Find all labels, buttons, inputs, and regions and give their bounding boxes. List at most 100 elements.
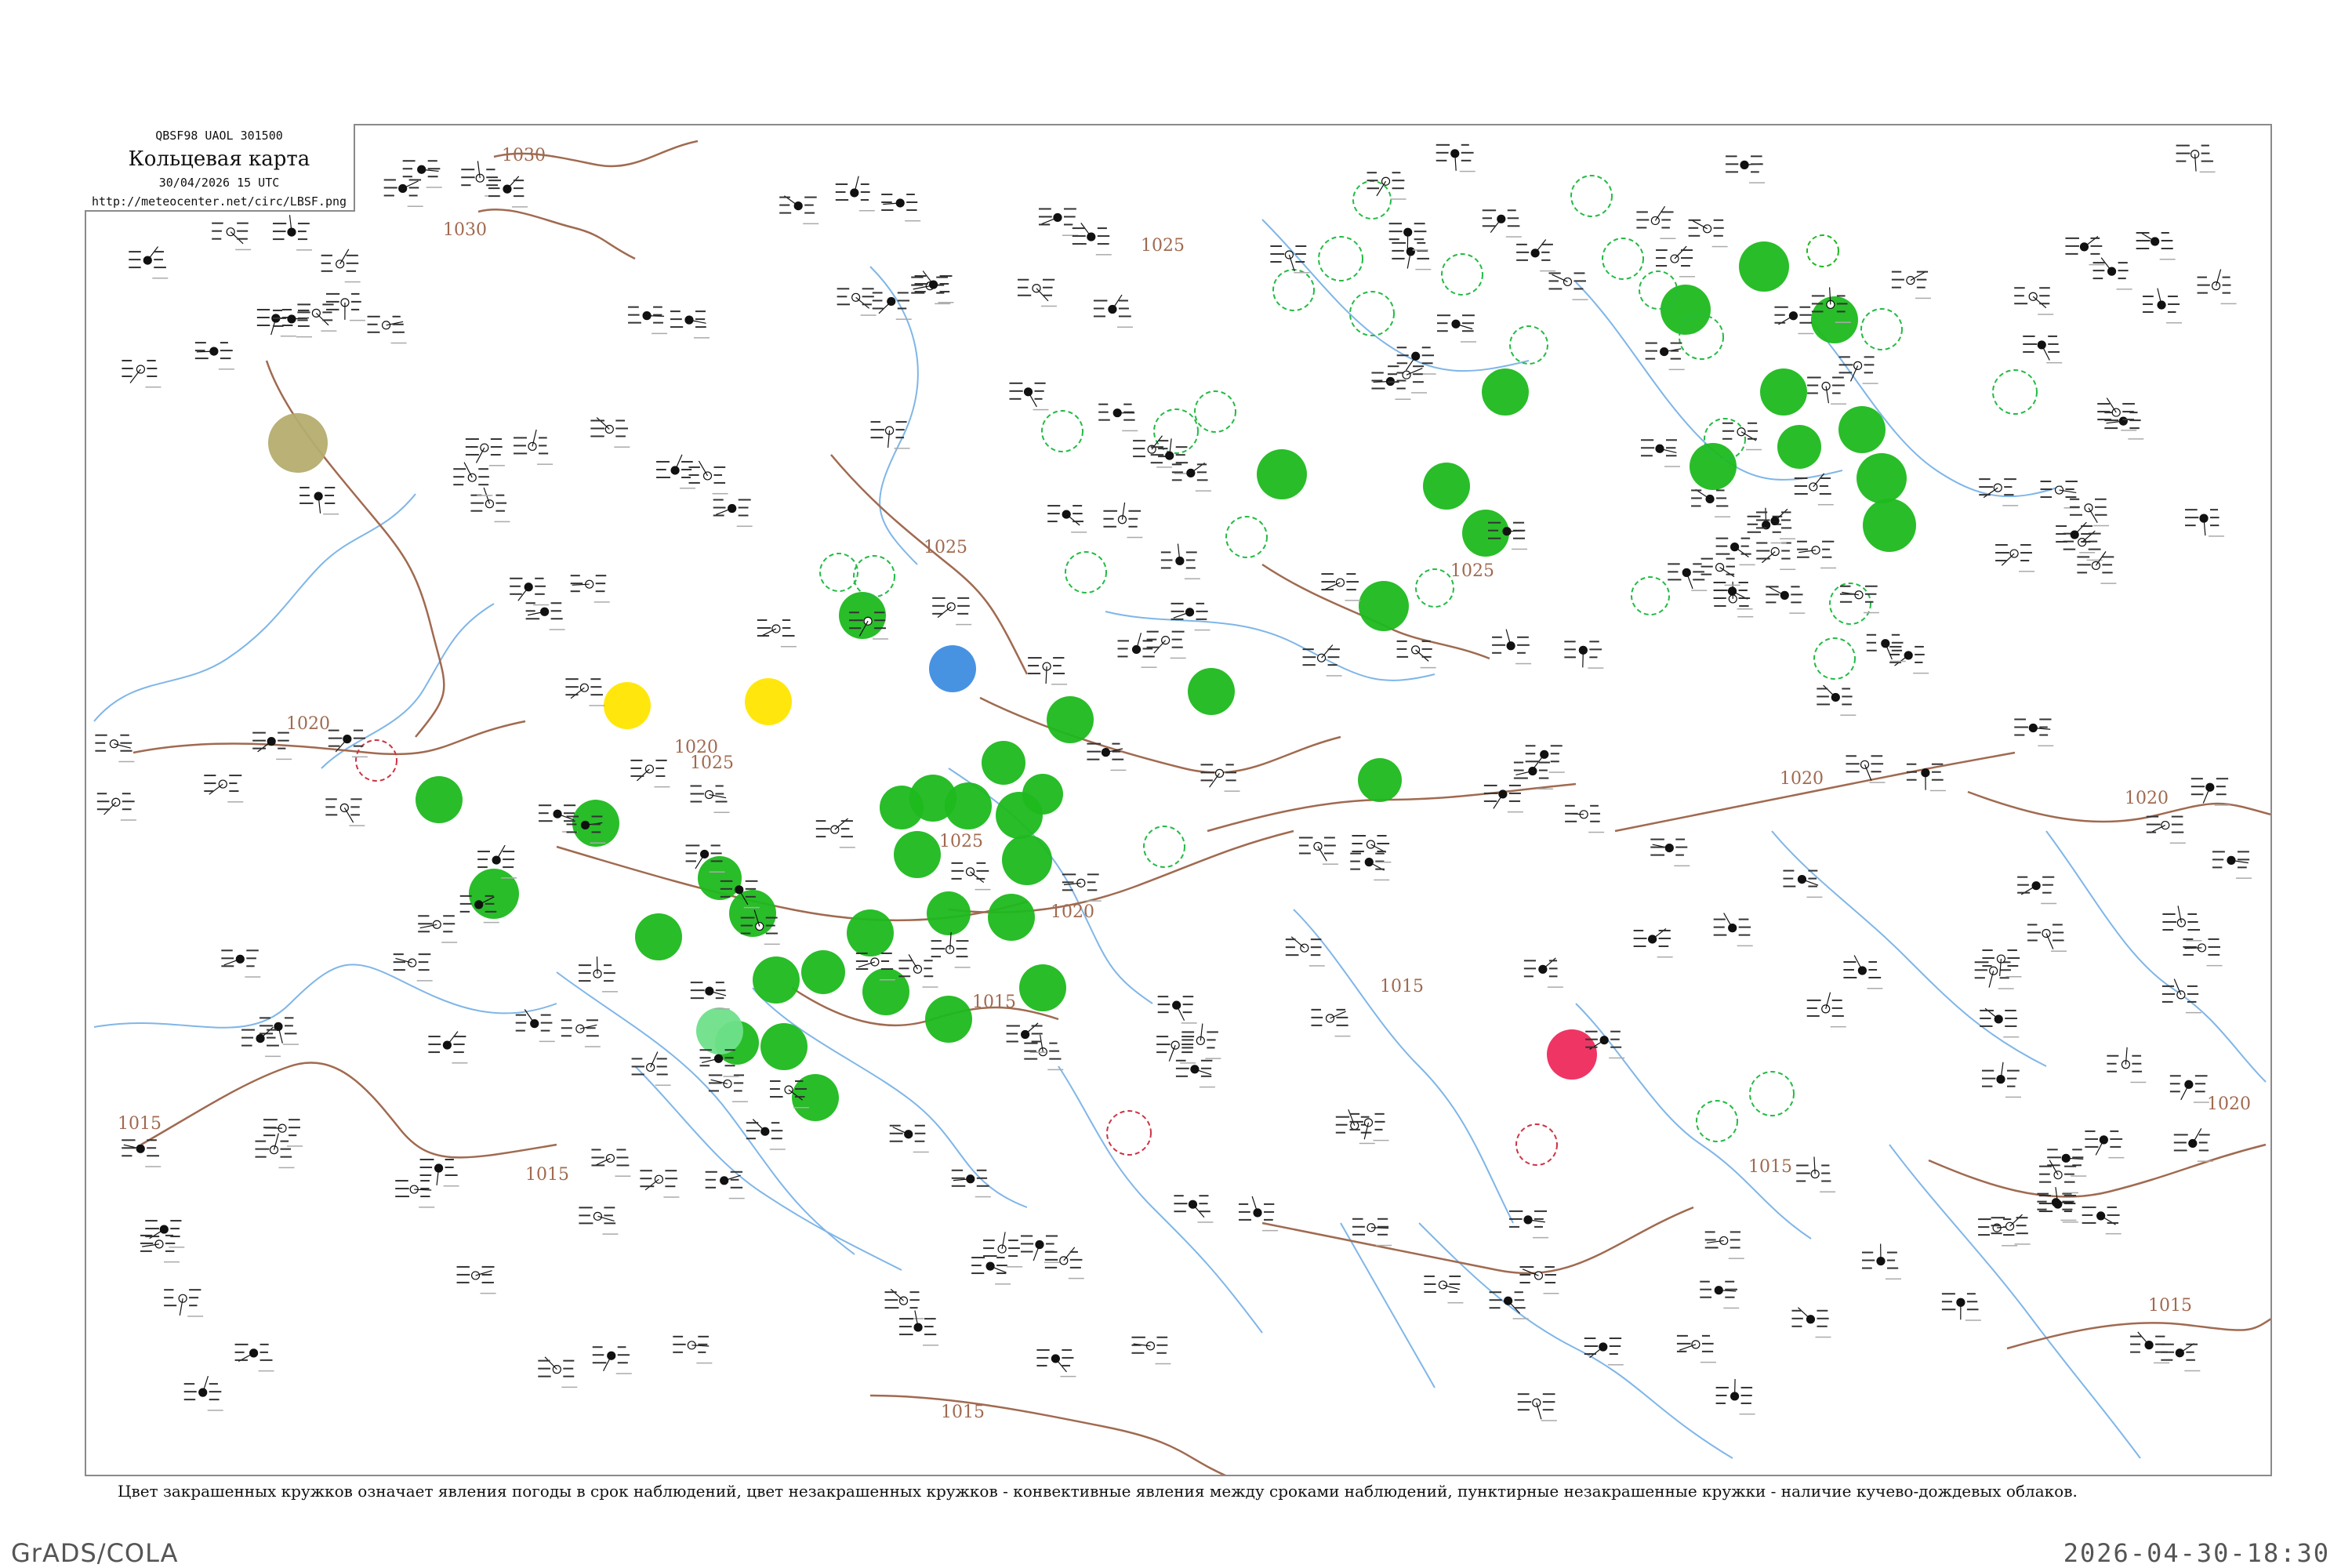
station-name-glyph [1588, 831, 1605, 833]
station-value-glyph [1087, 758, 1100, 760]
station-value-glyph [427, 160, 437, 162]
station-value-glyph [631, 1058, 643, 1060]
station-value-glyph [906, 209, 917, 211]
station-value-glyph [656, 1065, 667, 1068]
station-value-glyph [1156, 1344, 1168, 1346]
station-value-glyph [140, 1250, 152, 1252]
station-name-glyph [561, 1386, 578, 1388]
station-value-glyph [2007, 957, 2020, 960]
station-value-glyph [2064, 1173, 2074, 1175]
station-value-glyph [1017, 286, 1029, 289]
station-plot [1843, 955, 1883, 989]
station-name-glyph [1033, 408, 1049, 411]
station-value-glyph [1843, 960, 1857, 963]
weather-phenomenon-marker [1188, 668, 1235, 715]
station-value-glyph [1534, 1225, 1543, 1228]
station-plot [1285, 936, 1325, 967]
station-plot [1774, 306, 1814, 335]
station-name-glyph [1127, 536, 1143, 539]
wind-barb-icon [1415, 649, 1429, 662]
station-value-glyph [2143, 296, 2154, 298]
station-value-glyph [1670, 350, 1679, 352]
station-value-glyph [154, 251, 164, 253]
station-name-glyph [2093, 524, 2110, 527]
station-value-glyph [656, 1073, 668, 1076]
station-value-glyph [280, 1148, 292, 1150]
cb-cloud-marker [1065, 551, 1107, 593]
station-plot [1174, 1195, 1214, 1223]
station-value-glyph [1492, 652, 1502, 654]
station-value-glyph [1298, 844, 1309, 847]
station-value-glyph [1995, 544, 2008, 546]
station-value-glyph [1822, 548, 1831, 550]
station-value-glyph [1722, 422, 1733, 424]
station-value-glyph [1544, 1266, 1555, 1269]
station-value-glyph [241, 1029, 255, 1031]
station-value-glyph [2208, 946, 2220, 948]
station-value-glyph [1670, 342, 1682, 344]
station-name-glyph [1607, 1364, 1624, 1366]
station-value-glyph [1756, 557, 1770, 560]
station-value-glyph [951, 1169, 964, 1171]
station-plot [690, 785, 730, 813]
station-value-glyph [1740, 1386, 1753, 1388]
station-value-glyph [255, 1156, 267, 1158]
station-value-glyph [1751, 155, 1762, 158]
wind-barb-icon [103, 801, 117, 815]
station-value-glyph [2237, 866, 2247, 869]
weather-phenomenon-marker [801, 950, 845, 994]
station-value-glyph [289, 1134, 297, 1137]
station-value-glyph [1796, 1172, 1810, 1174]
station-value-glyph [665, 1170, 677, 1172]
station-name-glyph [2038, 314, 2054, 315]
station-value-glyph [325, 486, 336, 488]
station-value-glyph [1979, 494, 1991, 496]
station-value-glyph [1891, 649, 1903, 652]
station-value-glyph [590, 686, 602, 688]
station-value-glyph [724, 1049, 735, 1051]
station-plot [2176, 144, 2216, 173]
weather-phenomenon-marker [753, 956, 800, 1004]
station-value-glyph [2237, 858, 2250, 861]
station-value-glyph [757, 634, 770, 637]
station-name-glyph [1572, 299, 1588, 300]
station-value-glyph [2110, 1138, 2123, 1140]
station-name-glyph [1700, 1361, 1716, 1363]
wind-barb-icon [1534, 239, 1547, 254]
station-name-glyph [1867, 987, 1883, 989]
weather-phenomenon-marker [1047, 696, 1094, 743]
station-value-glyph [909, 1307, 918, 1309]
station-name-glyph [1863, 612, 1879, 614]
station-value-glyph [1417, 257, 1429, 260]
station-value-glyph [229, 782, 238, 785]
station-plot [2092, 257, 2132, 290]
station-value-glyph [1714, 597, 1726, 599]
station-value-glyph [1794, 492, 1808, 495]
station-value-glyph [1310, 946, 1322, 949]
station-value-glyph [2081, 525, 2093, 528]
station-value-glyph [1053, 665, 1062, 667]
station-plot [2027, 924, 2067, 952]
map-title-box: QBSF98 UAOL 301500 Кольцевая карта 30/04… [85, 124, 355, 212]
weather-phenomenon-marker [929, 645, 976, 692]
station-name-glyph [1095, 254, 1112, 256]
station-value-glyph [1513, 769, 1524, 771]
station-value-glyph [971, 1272, 985, 1275]
station-plot [1756, 542, 1796, 571]
weather-phenomenon-marker [1358, 758, 1402, 802]
station-name-glyph [1835, 321, 1851, 323]
station-value-glyph [1207, 1039, 1216, 1041]
station-value-glyph [665, 1185, 676, 1188]
station-value-glyph [695, 326, 706, 328]
station-value-glyph [1045, 1235, 1058, 1237]
station-value-glyph [1783, 877, 1794, 880]
weather-phenomenon-marker [1661, 285, 1711, 335]
station-plot [570, 575, 610, 603]
station-plot [259, 1017, 299, 1045]
station-value-glyph [1062, 1356, 1074, 1359]
station-value-glyph [1585, 1038, 1598, 1040]
station-name-glyph [1170, 657, 1186, 659]
rivers-layer [93, 219, 2267, 1459]
station-value-glyph [1131, 1344, 1142, 1346]
station-value-glyph [746, 1122, 759, 1124]
